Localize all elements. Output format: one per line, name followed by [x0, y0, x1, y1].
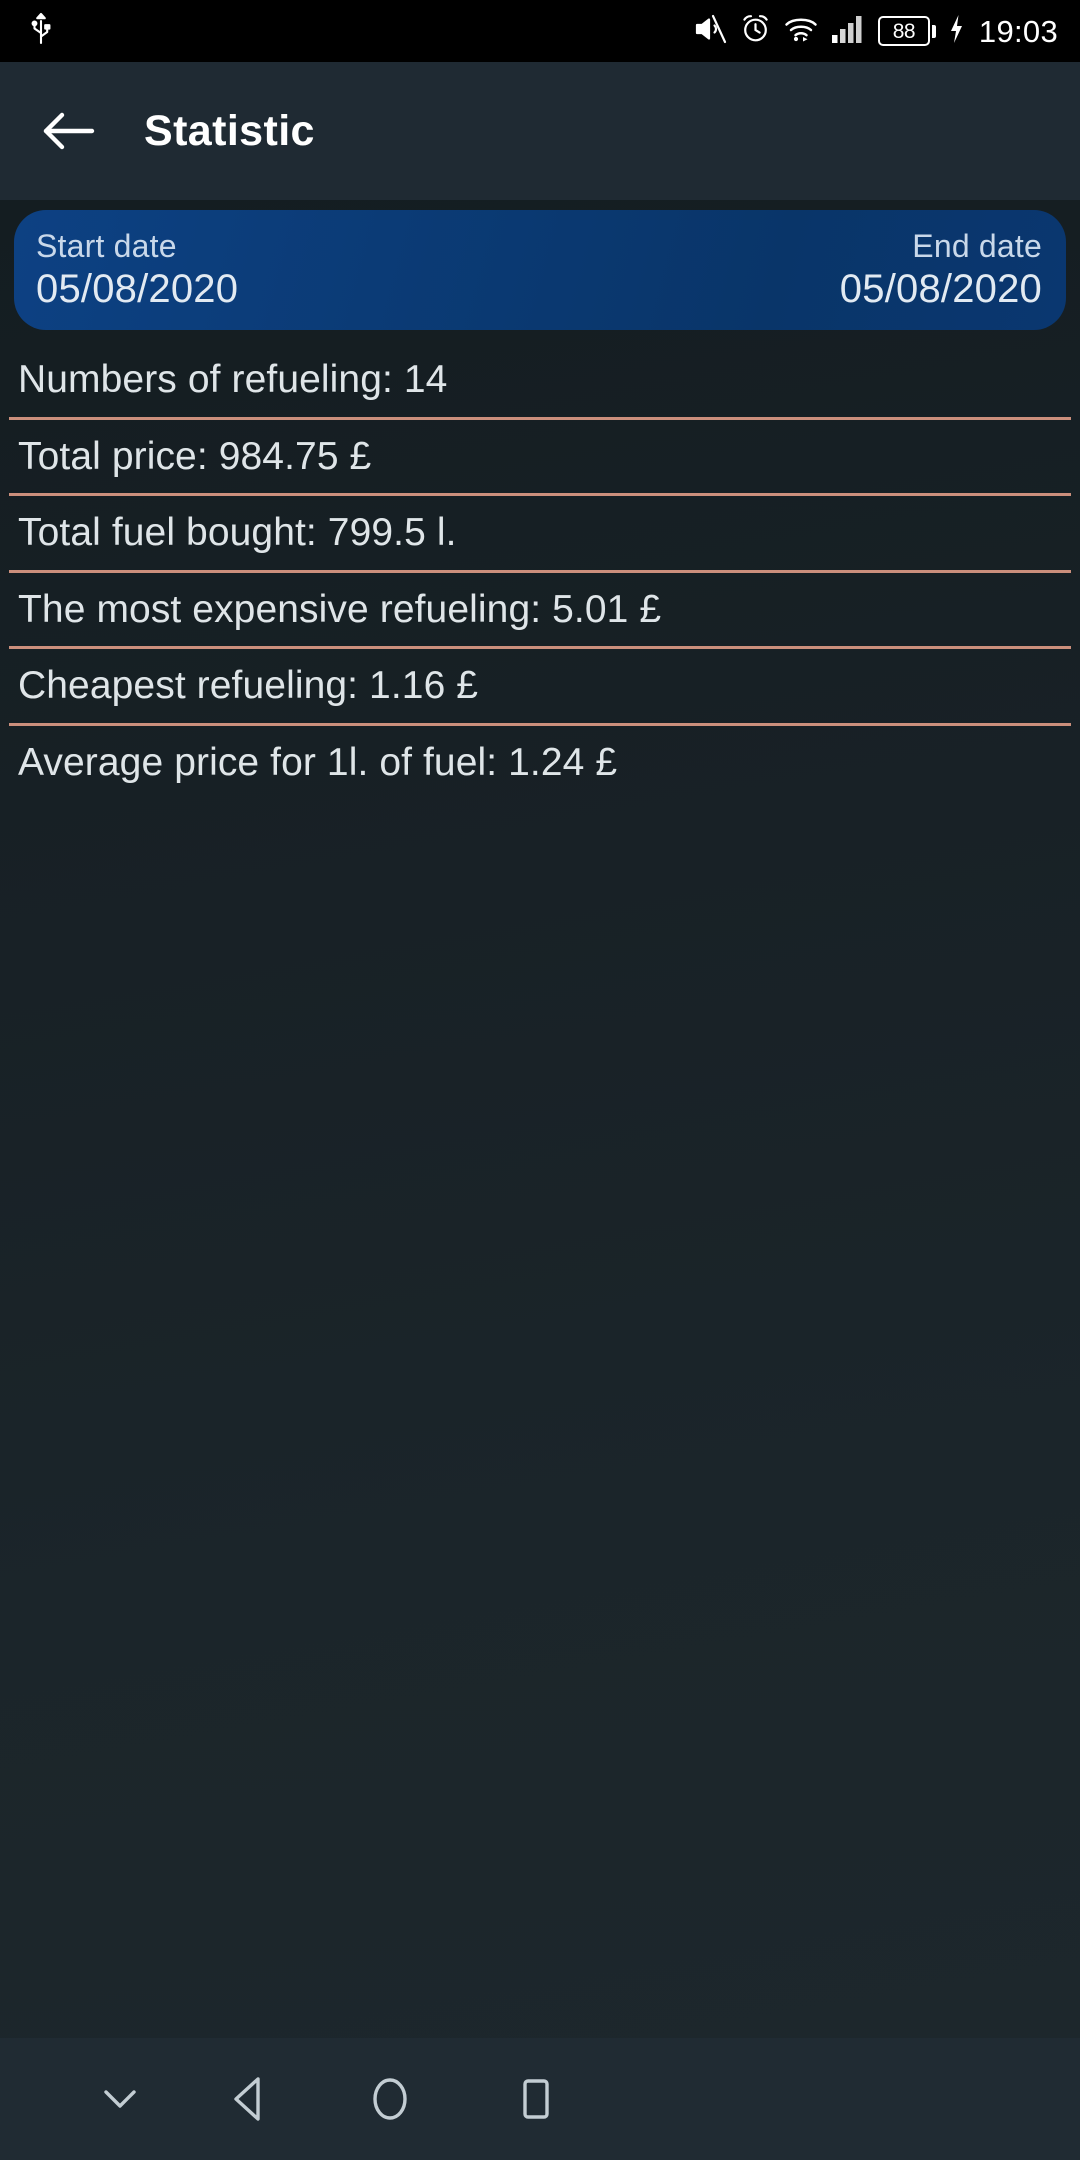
charging-bolt-icon: [949, 14, 964, 49]
battery-tip: [931, 24, 936, 38]
back-arrow-icon[interactable]: [38, 101, 98, 161]
wifi-icon: [784, 15, 818, 48]
status-bar: 88 19:03: [0, 0, 1080, 62]
status-bar-right-icons: 88 19:03: [694, 13, 1058, 49]
battery-indicator: 88: [877, 16, 936, 46]
phone-screen: 88 19:03 Statistic Start date 05/08/2020…: [0, 0, 1080, 2160]
list-item: The most expensive refueling: 5.01 £: [0, 573, 1080, 647]
stat-row-text: The most expensive refueling: 5.01 £: [18, 587, 662, 631]
cellular-signal-icon: [831, 14, 865, 49]
stat-row-text: Average price for 1l. of fuel: 1.24 £: [18, 740, 618, 784]
status-bar-left-icons: [30, 12, 52, 51]
battery-level-text: 88: [892, 19, 916, 43]
system-navigation-bar: [0, 2038, 1080, 2160]
date-range-card[interactable]: Start date 05/08/2020 End date 05/08/202…: [14, 210, 1066, 330]
stat-row-text: Total price: 984.75 £: [18, 434, 372, 478]
battery-body: 88: [877, 16, 930, 46]
nav-recents-square-icon[interactable]: [486, 2038, 586, 2160]
content-area: Start date 05/08/2020 End date 05/08/202…: [0, 200, 1080, 2038]
start-date-label: Start date: [36, 227, 177, 264]
nav-back-triangle-icon[interactable]: [198, 2038, 298, 2160]
end-date-label: End date: [912, 227, 1042, 264]
list-item: Total fuel bought: 799.5 l.: [0, 496, 1080, 570]
stat-row-text: Total fuel bought: 799.5 l.: [18, 511, 457, 555]
end-date-value: 05/08/2020: [839, 267, 1042, 312]
stat-row-text: Numbers of refueling: 14: [18, 358, 448, 402]
end-date-selector[interactable]: End date 05/08/2020: [840, 228, 1042, 313]
nav-home-circle-icon[interactable]: [340, 2038, 440, 2160]
list-item: Cheapest refueling: 1.16 £: [0, 649, 1080, 723]
chevron-down-icon[interactable]: [70, 2038, 170, 2160]
list-item: Average price for 1l. of fuel: 1.24 £: [0, 726, 1080, 800]
alarm-clock-icon: [740, 13, 771, 49]
stat-row-text: Cheapest refueling: 1.16 £: [18, 664, 479, 708]
list-item: Numbers of refueling: 14: [0, 343, 1080, 417]
list-item: Total price: 984.75 £: [0, 420, 1080, 494]
start-date-value: 05/08/2020: [36, 267, 239, 312]
page-title: Statistic: [144, 106, 315, 155]
app-toolbar: Statistic: [0, 62, 1080, 200]
usb-icon: [30, 12, 52, 51]
mute-icon: [694, 14, 727, 49]
start-date-selector[interactable]: Start date 05/08/2020: [36, 228, 238, 313]
statistics-list: Numbers of refueling: 14 Total price: 98…: [0, 343, 1080, 799]
status-bar-clock: 19:03: [978, 13, 1058, 49]
